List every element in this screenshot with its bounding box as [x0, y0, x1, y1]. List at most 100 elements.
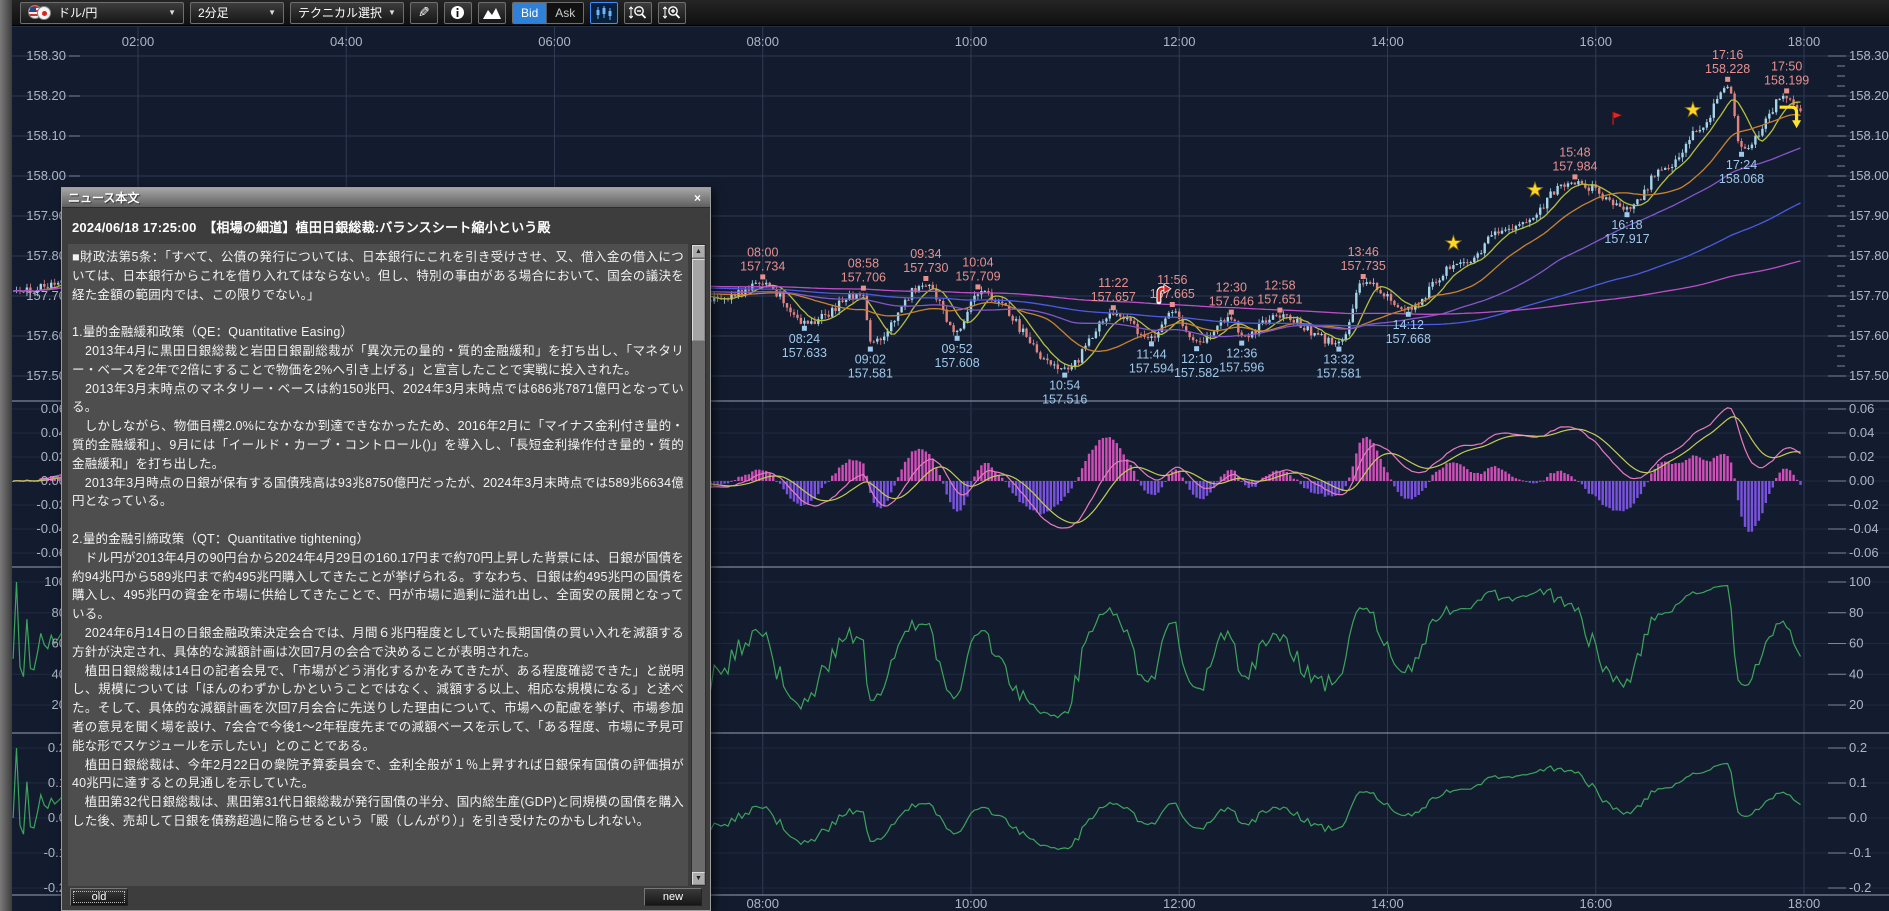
news-popup-titlebar[interactable]: ニュース本文 × [62, 188, 710, 208]
svg-text:17:16: 17:16 [1712, 48, 1743, 62]
mountain-icon [483, 7, 501, 19]
svg-text:157.730: 157.730 [903, 261, 948, 275]
chevron-down-icon: ▼ [268, 8, 276, 17]
svg-text:158.00: 158.00 [26, 168, 66, 183]
svg-text:0.00: 0.00 [1849, 473, 1874, 488]
svg-text:80: 80 [1849, 605, 1863, 620]
bid-ask-toggle: Bid Ask [512, 2, 584, 24]
svg-text:09:34: 09:34 [910, 247, 941, 261]
svg-text:157.608: 157.608 [935, 356, 980, 370]
svg-text:158.20: 158.20 [1849, 88, 1889, 103]
candlestick-view-button[interactable] [590, 2, 618, 24]
svg-text:158.30: 158.30 [1849, 48, 1889, 63]
svg-text:157.706: 157.706 [841, 271, 886, 285]
svg-text:12:10: 12:10 [1181, 352, 1212, 366]
svg-text:10:00: 10:00 [955, 34, 988, 49]
svg-text:08:58: 08:58 [848, 257, 879, 271]
svg-text:12:00: 12:00 [1163, 34, 1196, 49]
news-popup-window[interactable]: ニュース本文 × 2024/06/18 17:25:00 【相場の細道】植田日銀… [61, 187, 711, 911]
svg-text:08:24: 08:24 [789, 332, 820, 346]
svg-text:13:46: 13:46 [1348, 245, 1379, 259]
svg-text:08:00: 08:00 [746, 34, 779, 49]
svg-text:11:56: 11:56 [1157, 273, 1187, 287]
svg-text:158.228: 158.228 [1705, 62, 1750, 76]
currency-flags-icon [28, 5, 52, 20]
svg-text:158.199: 158.199 [1764, 73, 1809, 87]
svg-text:06:00: 06:00 [538, 34, 571, 49]
news-paragraph [72, 511, 684, 530]
svg-text:16:18: 16:18 [1611, 218, 1642, 232]
news-paragraph: 植田日銀総裁は、今年2月22日の衆院予算委員会で、金利全般が１％上昇すれば日銀保… [72, 756, 684, 794]
svg-text:157.668: 157.668 [1386, 332, 1431, 346]
zoom-in-button[interactable] [658, 2, 686, 24]
svg-text:11:22: 11:22 [1098, 276, 1128, 290]
svg-text:20: 20 [1849, 697, 1863, 712]
svg-text:-0.02: -0.02 [1849, 497, 1879, 512]
svg-text:157.633: 157.633 [782, 346, 827, 360]
svg-text:12:36: 12:36 [1226, 347, 1257, 361]
scroll-up-icon[interactable]: ▲ [692, 245, 705, 258]
svg-text:0.06: 0.06 [1849, 401, 1874, 416]
area-chart-button[interactable] [478, 2, 506, 24]
timeframe-select[interactable]: 2分足 ▼ [190, 2, 284, 24]
scrollbar-thumb[interactable] [692, 259, 705, 341]
svg-text:157.80: 157.80 [1849, 248, 1889, 263]
news-popup-title: ニュース本文 [68, 189, 139, 206]
svg-text:60: 60 [1849, 636, 1863, 651]
new-news-button[interactable]: new [644, 888, 702, 906]
bid-button[interactable]: Bid [513, 3, 546, 23]
news-paragraph: 2013年4月に黒田日銀総裁と岩田日銀副総裁が「異次元の量的・質的金融緩和」を打… [72, 342, 684, 380]
info-button[interactable] [444, 2, 472, 24]
news-paragraph: 2.量的金融引締政策（QT：Quantitative tightening） [72, 530, 684, 549]
draw-tool-button[interactable]: ✎ [410, 2, 438, 24]
chevron-down-icon: ▼ [168, 8, 176, 17]
news-scrollbar[interactable]: ▲ ▼ [691, 244, 706, 886]
svg-text:-0.2: -0.2 [1849, 880, 1871, 895]
news-paragraph [72, 304, 684, 323]
svg-text:16:00: 16:00 [1579, 896, 1612, 911]
zoom-out-button[interactable] [624, 2, 652, 24]
svg-text:158.30: 158.30 [26, 48, 66, 63]
svg-text:10:00: 10:00 [955, 896, 988, 911]
ask-button[interactable]: Ask [546, 3, 583, 23]
old-news-button[interactable]: old [70, 888, 128, 906]
svg-text:157.60: 157.60 [1849, 328, 1889, 343]
news-body-text[interactable]: ■財政法第5条：「すべて、公債の発行については、日本銀行にこれを引き受けさせ、又… [68, 244, 688, 886]
svg-text:15:48: 15:48 [1559, 145, 1590, 159]
news-paragraph: 2013年3月末時点のマネタリー・ベースは約150兆円、2024年3月末時点では… [72, 380, 684, 418]
svg-text:12:58: 12:58 [1264, 279, 1295, 293]
svg-text:158.10: 158.10 [1849, 128, 1889, 143]
svg-text:17:24: 17:24 [1726, 158, 1757, 172]
svg-text:157.735: 157.735 [1341, 259, 1386, 273]
news-button-bar: old new [68, 888, 704, 908]
svg-text:157.594: 157.594 [1129, 361, 1174, 375]
svg-text:-0.04: -0.04 [1849, 521, 1879, 536]
svg-text:158.20: 158.20 [26, 88, 66, 103]
svg-text:157.651: 157.651 [1257, 293, 1302, 307]
scroll-down-icon[interactable]: ▼ [692, 872, 705, 885]
svg-text:14:00: 14:00 [1371, 34, 1404, 49]
zoom-out-icon [628, 5, 648, 20]
technical-select-button[interactable]: テクニカル選択 ▼ [290, 2, 404, 24]
timeframe-label: 2分足 [198, 4, 229, 21]
svg-text:0.2: 0.2 [1849, 740, 1867, 755]
svg-text:0.04: 0.04 [1849, 425, 1874, 440]
currency-pair-label: ドル/円 [58, 4, 97, 21]
news-paragraph: ■財政法第5条：「すべて、公債の発行については、日本銀行にこれを引き受けさせ、又… [72, 248, 684, 304]
close-icon[interactable]: × [691, 191, 704, 205]
svg-text:18:00: 18:00 [1788, 896, 1821, 911]
svg-text:-0.1: -0.1 [1849, 845, 1871, 860]
svg-text:158.10: 158.10 [26, 128, 66, 143]
news-paragraph: 植田日銀総裁は14日の記者会見で、「市場がどう消化するかをみてきたが、ある程度確… [72, 662, 684, 756]
news-paragraph: ドル円が2013年4月の90円台から2024年4月29日の160.17円まで約7… [72, 549, 684, 624]
svg-text:08:00: 08:00 [746, 896, 779, 911]
svg-text:02:00: 02:00 [122, 34, 155, 49]
svg-text:08:00: 08:00 [747, 245, 778, 259]
window-left-frame [0, 0, 12, 911]
svg-text:157.984: 157.984 [1552, 159, 1597, 173]
svg-text:0.1: 0.1 [1849, 775, 1867, 790]
currency-pair-select[interactable]: ドル/円 ▼ [20, 2, 184, 24]
pencil-icon: ✎ [418, 4, 430, 21]
svg-text:18:00: 18:00 [1788, 34, 1821, 49]
svg-text:09:52: 09:52 [941, 342, 972, 356]
